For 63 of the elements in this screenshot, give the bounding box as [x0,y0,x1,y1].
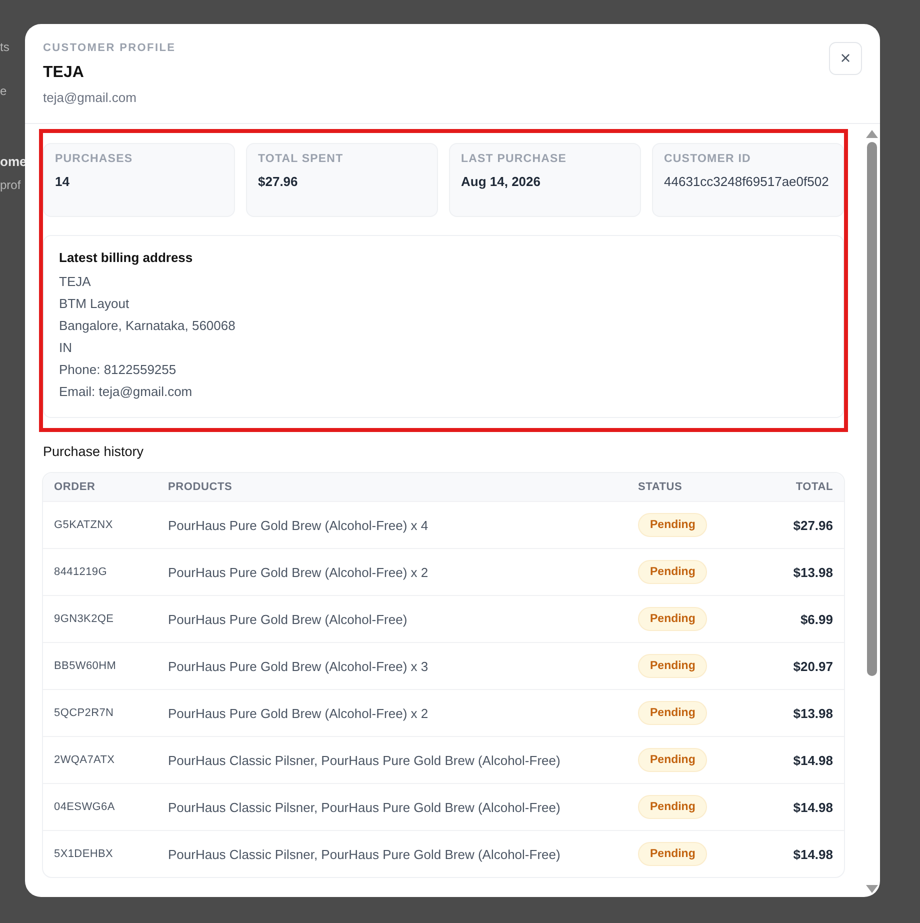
order-total: $13.98 [792,564,833,580]
order-total: $13.98 [792,706,833,720]
address-line: Email: teja@gmail.com [59,383,194,401]
status-badge: Pending [638,513,708,537]
billing-title: Latest billing address [59,250,194,265]
stat-value: 44631cc3248f69517ae0f502 [664,173,830,191]
products-cell-text: PourHaus Pure Gold Brew (Alcohol-Free) x 2 [168,564,430,580]
customer-name: TEJA [43,64,85,82]
stat-label: PURCHASES [55,153,134,165]
order-total: $6.99 [799,612,833,626]
status-badge: Pending [638,748,708,772]
background-text: ts [0,40,10,56]
address-line: BTM Layout [59,295,130,313]
status-badge: Pending [638,607,708,631]
scroll-up-icon[interactable] [866,130,878,138]
stat-value: $27.96 [258,173,299,191]
status-badge: Pending [638,560,708,584]
dialog-eyebrow: CUSTOMER PROFILE [43,42,176,54]
stat-label: TOTAL SPENT [258,153,344,165]
products-cell-text: PourHaus Pure Gold Brew (Alcohol-Free) x 3 [168,658,430,674]
background-text: prof [0,178,21,194]
order-id: 9GN3K2QE [54,613,115,625]
products-cell-text: PourHaus Classic Pilsner, PourHaus Pure Gold Brew (Alcohol-Free) [168,752,562,768]
status-badge: Pending [638,654,708,678]
column-header: STATUS [638,481,684,493]
scrollbar-thumb[interactable] [867,142,877,676]
products-cell-text: PourHaus Classic Pilsner, PourHaus Pure Gold Brew (Alcohol-Free) [168,846,562,862]
order-id: 2WQA7ATX [54,754,116,766]
status-badge: Pending [638,701,708,725]
column-header: ORDER [54,481,96,493]
stat-label: LAST PURCHASE [461,153,568,165]
products-cell-text: PourHaus Pure Gold Brew (Alcohol-Free) x 2 [168,706,430,720]
order-id: BB5W60HM [54,660,118,672]
address-line: Bangalore, Karnataka, 560068 [59,317,236,335]
column-header: PRODUCTS [168,481,234,493]
section-title: Purchase history [43,444,145,459]
status-badge: Pending [638,842,708,866]
order-total: $14.98 [792,846,833,862]
address-line: IN [59,339,73,357]
order-id: G5KATZNX [54,519,114,531]
order-id: 04ESWG6A [54,801,116,813]
order-id: 5X1DEHBX [54,848,114,860]
status-badge: Pending [638,795,708,819]
stat-label: CUSTOMER ID [664,153,752,165]
customer-email: teja@gmail.com [43,90,138,105]
products-cell-text: PourHaus Classic Pilsner, PourHaus Pure Gold Brew (Alcohol-Free) [168,800,562,814]
close-button[interactable]: × [829,42,862,75]
order-total: $14.98 [792,752,833,768]
order-total: $20.97 [792,658,833,674]
order-total: $14.98 [792,800,833,814]
background-text: e [0,84,7,100]
address-line: Phone: 8122559255 [59,361,178,379]
order-id: 8441219G [54,566,108,578]
address-line: TEJA [59,273,92,291]
order-id: 5QCP2R7N [54,707,115,719]
stat-value: 14 [55,173,70,191]
products-cell-text: PourHaus Pure Gold Brew (Alcohol-Free) [168,612,408,626]
products-cell-text: PourHaus Pure Gold Brew (Alcohol-Free) x 4 [168,518,430,532]
stat-value: Aug 14, 2026 [461,173,542,191]
column-header: TOTAL [794,481,833,493]
scroll-down-icon[interactable] [866,885,878,893]
order-total: $27.96 [792,518,833,532]
background-text: ome [0,154,27,171]
